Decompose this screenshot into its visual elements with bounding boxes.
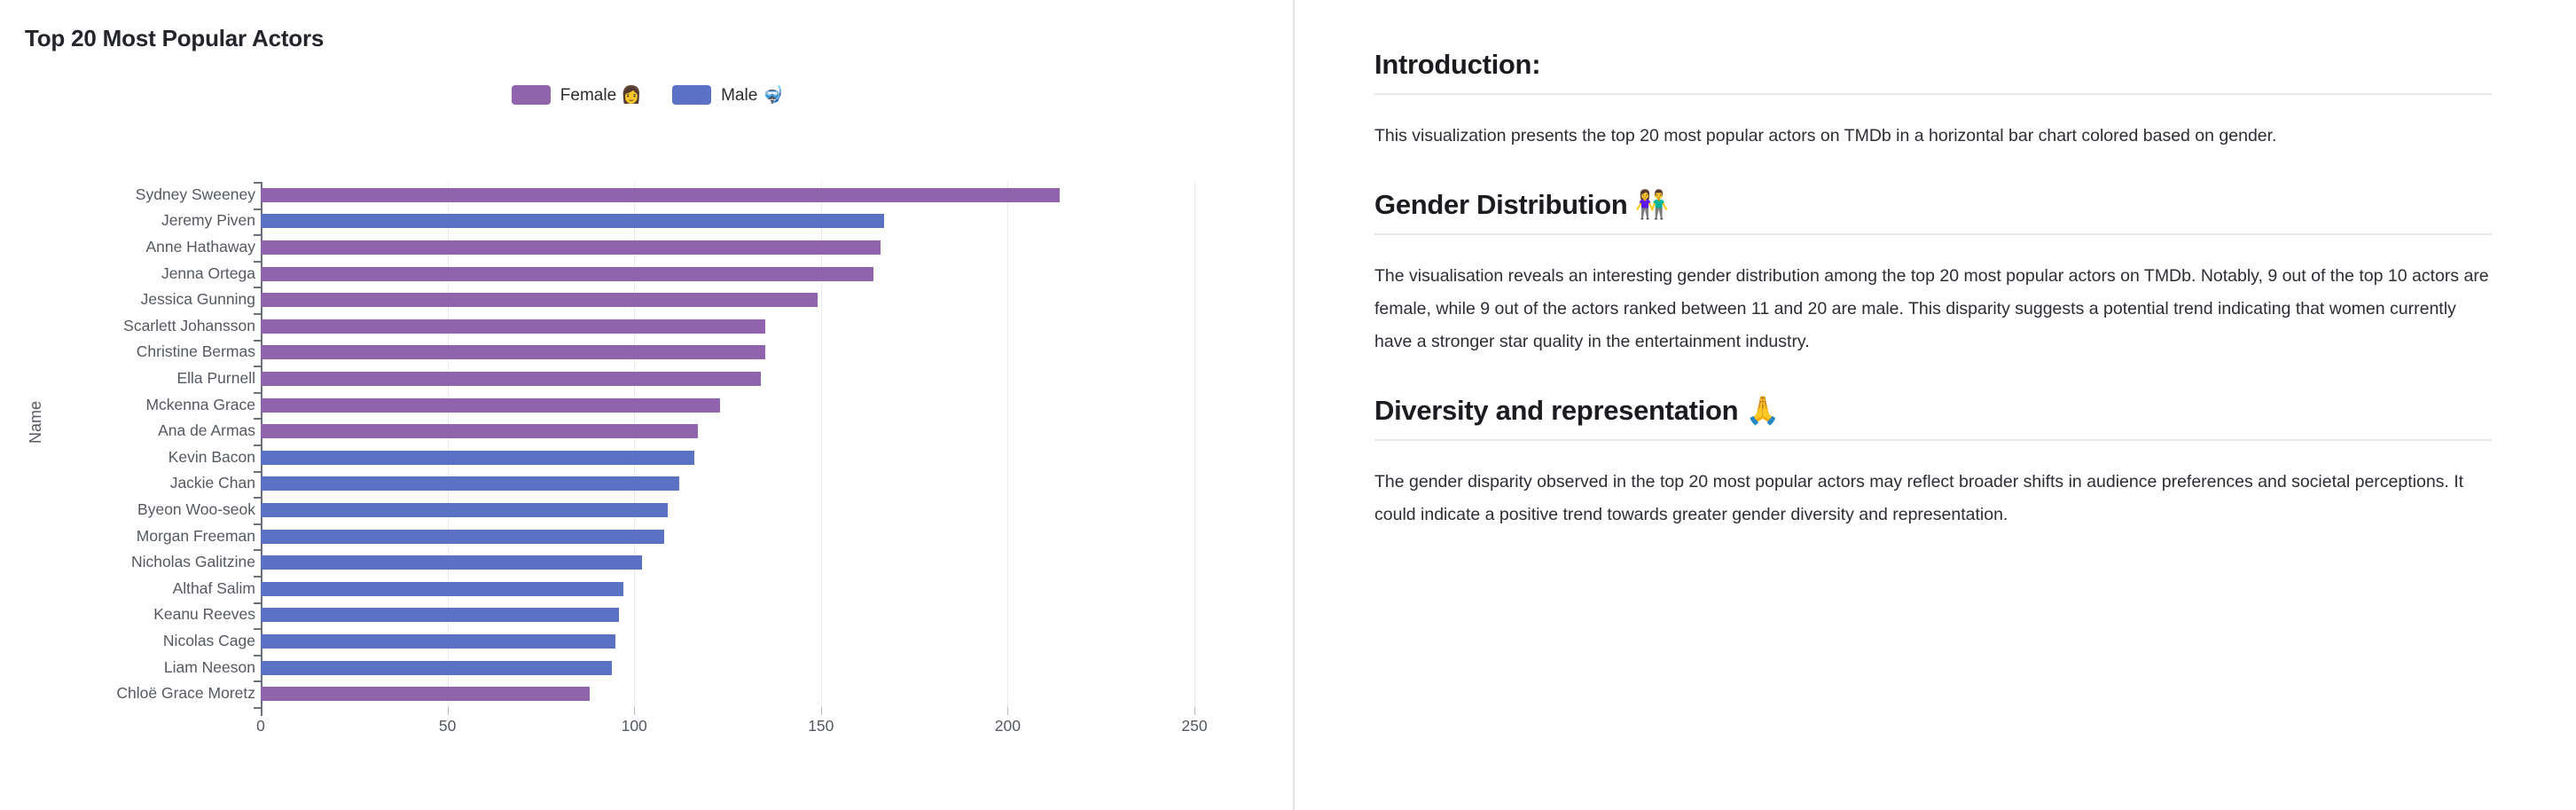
app-root: Top 20 Most Popular Actors Female 👩 Male… (0, 0, 2576, 810)
y-tick-label: Morgan Freeman (136, 526, 255, 545)
x-tick-label: 250 (1181, 717, 1208, 735)
plot-area (261, 182, 1195, 707)
x-tick-mark (634, 707, 636, 715)
section-divider (1374, 439, 2492, 441)
y-tick-mark (254, 470, 261, 473)
y-tick-mark (254, 366, 261, 368)
bar-scarlett-johansson[interactable] (261, 318, 765, 334)
bar-byeon-woo-seok[interactable] (261, 503, 669, 517)
y-tick-label: Liam Neeson (163, 657, 255, 676)
y-tick-label: Ella Purnell (176, 369, 255, 387)
y-tick-mark (254, 208, 261, 210)
gridline (820, 182, 822, 707)
y-axis-title: Name (27, 400, 44, 444)
y-tick-mark (254, 654, 261, 657)
x-tick-label: 150 (808, 717, 834, 735)
bar-nicolas-cage[interactable] (261, 634, 616, 649)
y-tick-mark (254, 182, 261, 184)
bar-sydney-sweeney[interactable] (261, 187, 1061, 202)
x-tick-label: 0 (256, 717, 265, 735)
section-heading: Gender Distribution 👫 (1374, 189, 1669, 220)
bar-mckenna-grace[interactable] (261, 397, 721, 413)
bar-chlo-grace-moretz[interactable] (261, 687, 590, 702)
bar-ana-de-armas[interactable] (261, 424, 698, 439)
gridline (634, 182, 636, 707)
gridline (447, 182, 449, 707)
y-tick-label: Kevin Bacon (168, 447, 255, 466)
y-tick-label: Jackie Chan (169, 474, 255, 492)
y-tick-mark (254, 339, 261, 342)
y-tick-mark (254, 576, 261, 578)
bar-jackie-chan[interactable] (261, 476, 679, 492)
article-panel: Introduction: This visualization presents… (1295, 0, 2576, 810)
y-tick-label: Sydney Sweeney (135, 185, 255, 203)
bar-jeremy-piven[interactable] (261, 214, 885, 229)
y-tick-label: Jessica Gunning (140, 290, 255, 309)
y-tick-mark (254, 628, 261, 631)
bar-morgan-freeman[interactable] (261, 529, 664, 544)
bar-jenna-ortega[interactable] (261, 266, 873, 281)
y-tick-mark (254, 234, 261, 237)
y-tick-label: Byeon Woo-seok (137, 500, 255, 518)
y-tick-label: Keanu Reeves (153, 605, 255, 624)
article-section: Diversity and representation 🙏 The gender… (1374, 394, 2492, 531)
y-tick-mark (254, 602, 261, 604)
y-tick-label: Christine Bermas (136, 342, 255, 361)
section-heading: Diversity and representation 🙏 (1374, 395, 1780, 426)
bar-nicholas-galitzine[interactable] (261, 555, 642, 570)
section-divider (1374, 233, 2492, 235)
y-tick-mark (254, 418, 261, 421)
chart-panel: Top 20 Most Popular Actors Female 👩 Male… (0, 0, 1295, 810)
y-tick-label: Ana de Armas (158, 421, 255, 440)
y-tick-label: Mckenna Grace (145, 395, 255, 413)
y-tick-mark (254, 444, 261, 446)
y-tick-label: Scarlett Johansson (123, 316, 255, 334)
bar-anne-hathaway[interactable] (261, 240, 881, 255)
bar-keanu-reeves[interactable] (261, 608, 620, 623)
gridline (1194, 182, 1195, 707)
x-tick-mark (447, 707, 449, 715)
y-tick-mark (254, 680, 261, 683)
y-tick-label: Jenna Ortega (161, 263, 255, 282)
section-heading: Introduction: (1374, 49, 1541, 80)
section-body: The visualisation reveals an interesting… (1374, 266, 2489, 351)
article-section: Gender Distribution 👫 The visualisation r… (1374, 188, 2492, 358)
y-tick-label: Nicholas Galitzine (130, 553, 255, 571)
section-divider (1374, 93, 2492, 95)
gridline (1007, 182, 1009, 707)
y-tick-label: Jeremy Piven (161, 211, 255, 230)
bar-althaf-salim[interactable] (261, 581, 623, 596)
x-tick-label: 100 (621, 717, 647, 735)
bar-jessica-gunning[interactable] (261, 293, 818, 308)
y-tick-label: Anne Hathaway (145, 238, 255, 256)
section-body: This visualization presents the top 20 m… (1374, 126, 2277, 145)
x-tick-mark (1194, 707, 1195, 715)
article-section: Introduction: This visualization presents… (1374, 49, 2492, 153)
x-axis-origin-tick (261, 707, 262, 716)
y-tick-mark (254, 260, 261, 263)
y-tick-mark (254, 707, 261, 709)
x-tick-label: 200 (994, 717, 1021, 735)
bar-ella-purnell[interactable] (261, 372, 762, 386)
bar-christine-bermas[interactable] (261, 345, 765, 360)
bar-kevin-bacon[interactable] (261, 450, 694, 465)
y-tick-label: Chloë Grace Moretz (116, 684, 255, 703)
x-tick-label: 50 (438, 717, 457, 735)
y-tick-mark (254, 313, 261, 315)
y-tick-mark (254, 549, 261, 552)
article-sections: Introduction: This visualization presents… (1374, 49, 2492, 531)
y-tick-mark (254, 523, 261, 525)
x-tick-mark (1007, 707, 1009, 715)
bar-liam-neeson[interactable] (261, 660, 612, 675)
y-tick-label: Nicolas Cage (162, 632, 255, 649)
y-tick-mark (254, 391, 261, 394)
y-tick-label: Althaf Salim (172, 578, 255, 597)
bar-chart: Name Sydney Sweeney Jeremy Piven Anne Hath… (0, 0, 1295, 810)
section-body: The gender disparity observed in the top… (1374, 472, 2464, 524)
y-tick-mark (254, 287, 261, 289)
y-tick-mark (254, 497, 261, 499)
x-tick-mark (820, 707, 822, 715)
